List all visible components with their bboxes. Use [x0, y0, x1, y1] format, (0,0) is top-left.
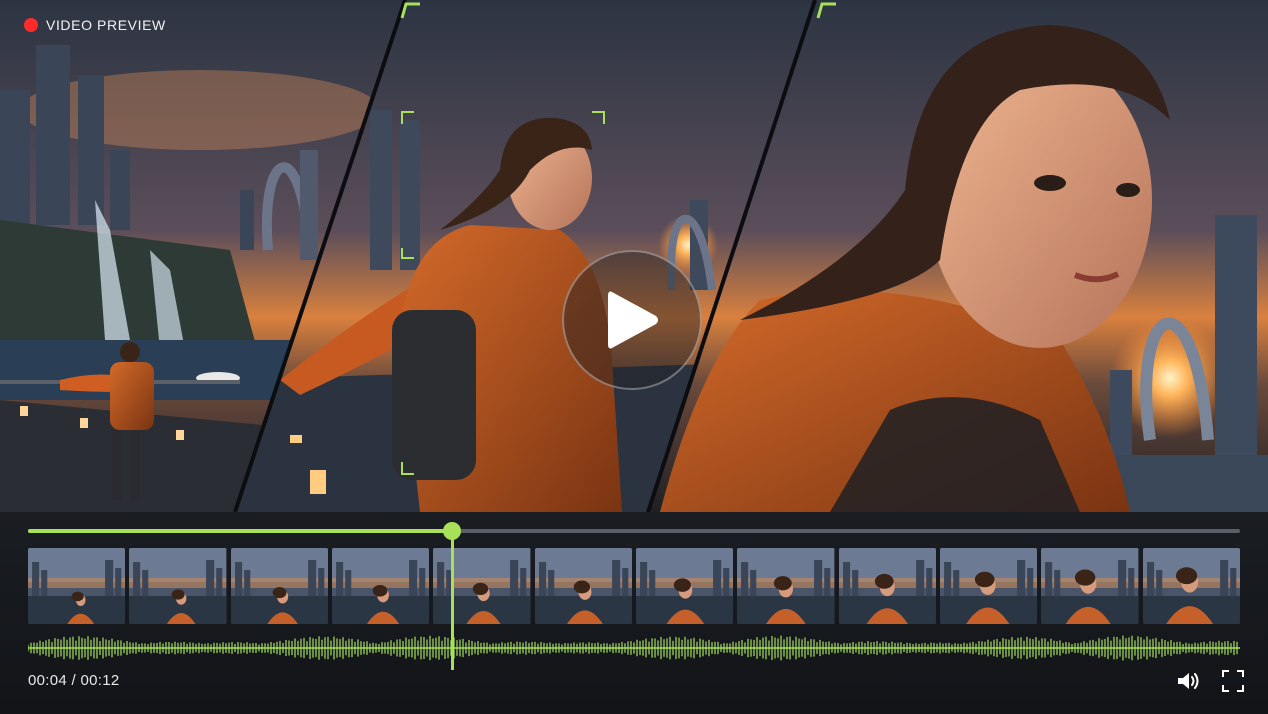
filmstrip-frame[interactable] — [28, 548, 126, 624]
volume-icon — [1178, 673, 1199, 689]
filmstrip-frame[interactable] — [737, 548, 835, 624]
filmstrip-frame[interactable] — [129, 548, 227, 624]
filmstrip-frame[interactable] — [331, 548, 430, 624]
play-icon — [608, 291, 658, 349]
timeline-panel: 00:04 / 00:12 — [0, 512, 1268, 714]
preview-badge: VIDEO PREVIEW — [24, 16, 166, 34]
filmstrip-frame[interactable] — [230, 548, 328, 624]
current-time: 00:04 — [28, 672, 68, 689]
filmstrip-frame[interactable] — [534, 548, 632, 624]
playhead-line[interactable] — [451, 524, 455, 670]
audio-waveform — [28, 635, 1240, 661]
time-separator: / — [71, 672, 76, 689]
filmstrip[interactable] — [28, 548, 1240, 624]
fullscreen-icon — [1222, 670, 1244, 692]
filmstrip-frame[interactable] — [939, 548, 1038, 624]
total-duration: 00:12 — [80, 672, 120, 689]
filmstrip-frame[interactable] — [635, 548, 734, 624]
scrub-progress — [28, 529, 453, 533]
filmstrip-frame[interactable] — [1041, 548, 1139, 624]
record-dot-icon — [24, 18, 38, 32]
fullscreen-button[interactable] — [1219, 667, 1247, 695]
time-display: 00:04 / 00:12 — [28, 672, 120, 689]
filmstrip-frame[interactable] — [1142, 548, 1240, 624]
filmstrip-frame[interactable] — [433, 548, 531, 624]
play-button[interactable] — [562, 250, 702, 390]
scrub-bar[interactable] — [28, 522, 1240, 540]
volume-button[interactable] — [1174, 667, 1202, 695]
preview-label: VIDEO PREVIEW — [46, 17, 166, 33]
filmstrip-frame[interactable] — [838, 548, 936, 624]
video-preview[interactable]: VIDEO PREVIEW — [0, 0, 1268, 512]
